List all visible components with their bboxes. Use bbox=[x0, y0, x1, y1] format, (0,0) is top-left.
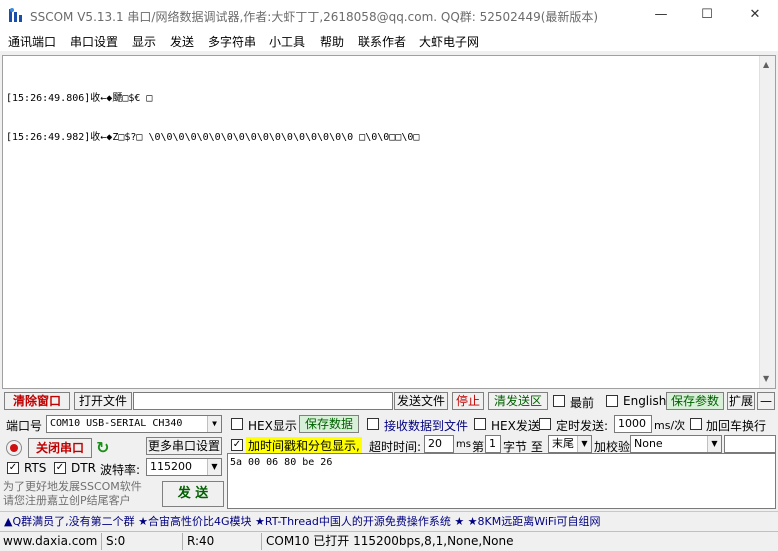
close-port-button[interactable]: 关闭串口 bbox=[28, 438, 92, 458]
file-path-input[interactable] bbox=[133, 392, 393, 410]
clear-window-button[interactable]: 清除窗口 bbox=[4, 392, 70, 410]
vertical-scrollbar[interactable]: ▲ ▼ bbox=[759, 56, 775, 388]
chevron-down-icon[interactable]: ▼ bbox=[707, 436, 721, 452]
menu-tools[interactable]: 小工具 bbox=[269, 33, 305, 50]
dtr-checkbox[interactable]: ✓ bbox=[54, 462, 66, 474]
window-title: SSCOM V5.13.1 串口/网络数据调试器,作者:大虾丁丁,2618058… bbox=[30, 10, 599, 24]
promo-text[interactable]: 为了更好地发展SSCOM软件 请您注册嘉立创P结尾客户 bbox=[3, 480, 153, 508]
end-select[interactable]: 末尾 ▼ bbox=[548, 435, 592, 453]
maximize-button[interactable]: ☐ bbox=[684, 0, 730, 31]
expand-button[interactable]: 扩展 bbox=[727, 392, 755, 410]
chevron-down-icon[interactable]: ▼ bbox=[207, 416, 221, 432]
save-data-button[interactable]: 保存数据 bbox=[299, 415, 359, 433]
menu-multi-string[interactable]: 多字符串 bbox=[208, 33, 256, 50]
status-site[interactable]: www.daxia.com bbox=[0, 533, 102, 550]
timestamp-checkbox[interactable]: ✓ bbox=[231, 439, 243, 451]
hex-display-checkbox[interactable] bbox=[231, 418, 243, 430]
scroll-down-icon[interactable]: ▼ bbox=[763, 374, 769, 383]
port-value: COM10 USB-SERIAL CH340 bbox=[50, 418, 183, 429]
timeout-unit: ms bbox=[456, 439, 471, 450]
app-icon bbox=[8, 7, 24, 23]
open-file-button[interactable]: 打开文件 bbox=[74, 392, 132, 410]
clear-send-button[interactable]: 清发送区 bbox=[488, 392, 548, 410]
interval-unit: ms/次 bbox=[654, 419, 686, 432]
rts-label: RTS bbox=[24, 461, 47, 475]
topmost-checkbox[interactable] bbox=[553, 395, 565, 407]
receive-line: [15:26:49.806]收←◆飃□$€ □ bbox=[6, 93, 153, 104]
menu-serial-settings[interactable]: 串口设置 bbox=[70, 33, 118, 50]
menu-daxia-site[interactable]: 大虾电子网 bbox=[419, 33, 479, 50]
add-crlf-checkbox[interactable] bbox=[690, 418, 702, 430]
send-file-button[interactable]: 发送文件 bbox=[394, 392, 448, 410]
recv-to-file-checkbox[interactable] bbox=[367, 418, 379, 430]
timestamp-label: 加时间戳和分包显示, bbox=[246, 437, 362, 454]
scroll-up-icon[interactable]: ▲ bbox=[763, 60, 769, 69]
recv-to-file-label: 接收数据到文件 bbox=[384, 419, 469, 433]
save-params-button[interactable]: 保存参数 bbox=[666, 392, 724, 410]
checksum-value: None bbox=[634, 437, 663, 450]
baud-label: 波特率: bbox=[100, 463, 141, 477]
send-button[interactable]: 发 送 bbox=[162, 481, 224, 507]
timeout-input[interactable]: 20 bbox=[424, 435, 454, 453]
hex-display-label: HEX显示 bbox=[248, 419, 297, 433]
baud-select[interactable]: 115200 ▼ bbox=[146, 458, 222, 476]
hex-send-label: HEX发送 bbox=[491, 419, 540, 433]
english-label: English bbox=[623, 394, 667, 408]
close-button[interactable]: ✕ bbox=[732, 0, 778, 31]
hex-send-checkbox[interactable] bbox=[474, 418, 486, 430]
chevron-down-icon[interactable]: ▼ bbox=[207, 459, 221, 475]
menu-display[interactable]: 显示 bbox=[132, 33, 156, 50]
send-text: 5a 00 06 80 be 26 bbox=[230, 457, 333, 468]
ad-text[interactable]: ▲Q群满员了,没有第二个群 ★合宙高性价比4G模块 ★RT-Thread中国人的… bbox=[4, 513, 601, 529]
english-checkbox[interactable] bbox=[606, 395, 618, 407]
timed-send-checkbox[interactable] bbox=[539, 418, 551, 430]
end-value: 末尾 bbox=[552, 437, 574, 450]
refresh-icon[interactable]: ↻ bbox=[96, 439, 114, 457]
menu-port[interactable]: 通讯端口 bbox=[8, 33, 56, 50]
add-crlf-label: 加回车换行 bbox=[706, 419, 767, 433]
port-select[interactable]: COM10 USB-SERIAL CH340 ▼ bbox=[46, 415, 222, 433]
more-serial-settings-button[interactable]: 更多串口设置 bbox=[146, 437, 222, 455]
receive-text: [15:26:49.806]收←◆飃□$€ □ [15:26:49.982]收←… bbox=[6, 66, 419, 170]
checksum-select[interactable]: None ▼ bbox=[630, 435, 722, 453]
dtr-label: DTR bbox=[71, 461, 96, 475]
checksum-result-field bbox=[724, 435, 776, 453]
timed-send-label: 定时发送: bbox=[556, 419, 609, 433]
send-area[interactable]: 5a 00 06 80 be 26 bbox=[227, 453, 776, 509]
port-status-icon bbox=[6, 440, 22, 456]
receive-area[interactable]: [15:26:49.806]收←◆飃□$€ □ [15:26:49.982]收←… bbox=[2, 55, 776, 389]
topmost-label: 最前 bbox=[570, 396, 595, 410]
baud-value: 115200 bbox=[150, 460, 192, 473]
interval-input[interactable]: 1000 bbox=[614, 415, 652, 433]
menu-help[interactable]: 帮助 bbox=[320, 33, 344, 50]
nth-input[interactable]: 1 bbox=[485, 435, 501, 453]
collapse-button[interactable]: — bbox=[757, 392, 775, 410]
menu-send[interactable]: 发送 bbox=[170, 33, 194, 50]
receive-line: [15:26:49.982]收←◆Z□$?□ \0\0\0\0\0\0\0\0\… bbox=[6, 132, 420, 143]
rts-checkbox[interactable]: ✓ bbox=[7, 462, 19, 474]
chevron-down-icon[interactable]: ▼ bbox=[577, 436, 591, 452]
status-sent: S:0 bbox=[103, 533, 183, 550]
minimize-button[interactable]: — bbox=[638, 0, 684, 31]
status-port-info: COM10 已打开 115200bps,8,1,None,None bbox=[266, 534, 514, 548]
status-received: R:40 bbox=[184, 533, 262, 550]
menu-contact-author[interactable]: 联系作者 bbox=[358, 33, 406, 50]
port-label: 端口号 bbox=[6, 419, 43, 433]
stop-button[interactable]: 停止 bbox=[452, 392, 484, 410]
